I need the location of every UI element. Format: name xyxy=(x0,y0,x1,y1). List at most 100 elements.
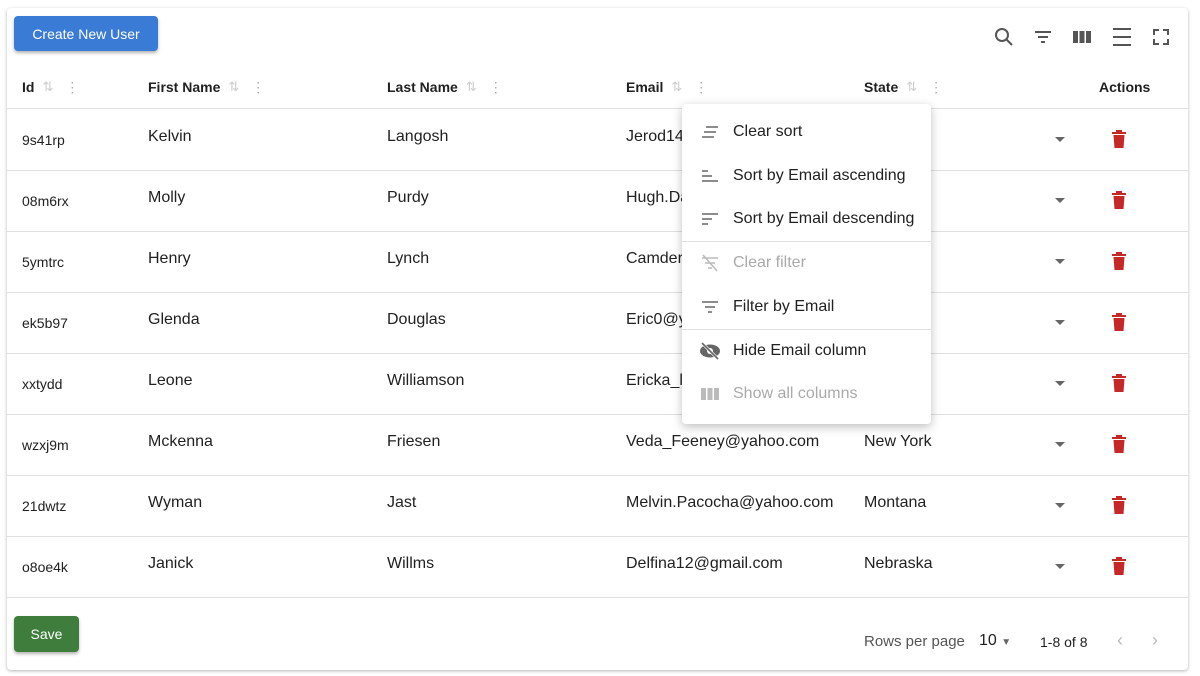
menu-item-clear-sort[interactable]: Clear sort xyxy=(682,110,931,154)
sort-icon[interactable]: ⇅ xyxy=(466,79,477,95)
email-cell[interactable]: Ericka_l xyxy=(626,372,683,390)
rows-per-page-value: 10 xyxy=(979,632,997,649)
last-name-cell[interactable]: Lynch xyxy=(387,250,429,268)
first-name-cell[interactable]: Wyman xyxy=(148,494,202,512)
last-name-cell[interactable]: Langosh xyxy=(387,128,448,146)
column-title: Last Name xyxy=(387,79,458,95)
sort-descending-icon xyxy=(699,212,721,226)
fullscreen-icon[interactable] xyxy=(1149,25,1173,49)
menu-item-label: Clear filter xyxy=(733,254,806,271)
density-icon[interactable] xyxy=(1110,25,1134,49)
menu-item-sort-descending[interactable]: Sort by Email descending xyxy=(682,197,931,241)
email-cell[interactable]: Veda_Feeney@yahoo.com xyxy=(626,433,819,451)
state-dropdown-arrow-icon[interactable] xyxy=(1055,503,1065,508)
row-divider xyxy=(7,536,1188,537)
delete-icon[interactable] xyxy=(1112,496,1126,514)
row-divider xyxy=(7,414,1188,415)
filter-icon[interactable] xyxy=(1031,25,1055,49)
column-menu-icon[interactable]: ⋮ xyxy=(65,79,79,96)
delete-icon[interactable] xyxy=(1112,130,1126,148)
first-name-cell[interactable]: Molly xyxy=(148,189,185,207)
column-title: Email xyxy=(626,79,664,95)
email-cell[interactable]: Jerod14 xyxy=(626,128,684,146)
chevron-down-icon: ▼ xyxy=(1001,637,1012,648)
first-name-cell[interactable]: Henry xyxy=(148,250,191,268)
search-icon[interactable] xyxy=(992,25,1016,49)
state-dropdown-arrow-icon[interactable] xyxy=(1055,564,1065,569)
column-header-first-name[interactable]: First Name ⇅ ⋮ xyxy=(148,66,265,108)
first-name-cell[interactable]: Kelvin xyxy=(148,128,192,146)
state-dropdown-arrow-icon[interactable] xyxy=(1055,320,1065,325)
sort-icon[interactable]: ⇅ xyxy=(228,79,239,95)
column-menu-icon[interactable]: ⋮ xyxy=(251,79,265,96)
state-dropdown-arrow-icon[interactable] xyxy=(1055,137,1065,142)
column-header-state[interactable]: State ⇅ ⋮ xyxy=(864,66,943,108)
menu-item-clear-filter: Clear filter xyxy=(682,241,931,285)
filter-icon xyxy=(699,300,721,314)
state-dropdown-arrow-icon[interactable] xyxy=(1055,259,1065,264)
row-divider xyxy=(7,292,1188,293)
menu-item-filter-by-email[interactable]: Filter by Email xyxy=(682,285,931,329)
last-name-cell[interactable]: Willms xyxy=(387,555,434,573)
row-divider xyxy=(7,170,1188,171)
column-title: First Name xyxy=(148,79,221,95)
column-header-id[interactable]: Id ⇅ ⋮ xyxy=(22,66,79,108)
id-cell[interactable]: 21dwtz xyxy=(22,498,66,514)
delete-icon[interactable] xyxy=(1112,374,1126,392)
column-title: Id xyxy=(22,79,35,95)
id-cell[interactable]: o8oe4k xyxy=(22,559,68,575)
sort-icon[interactable]: ⇅ xyxy=(906,79,917,95)
first-name-cell[interactable]: Leone xyxy=(148,372,193,390)
pagination-range: 1-8 of 8 xyxy=(1040,634,1088,650)
previous-page-button[interactable]: ‹ xyxy=(1117,630,1123,651)
save-button[interactable]: Save xyxy=(14,616,79,652)
next-page-button[interactable]: › xyxy=(1152,630,1158,651)
column-header-last-name[interactable]: Last Name ⇅ ⋮ xyxy=(387,66,503,108)
delete-icon[interactable] xyxy=(1112,191,1126,209)
delete-icon[interactable] xyxy=(1112,313,1126,331)
last-name-cell[interactable]: Jast xyxy=(387,494,416,512)
state-cell[interactable]: Nebraska xyxy=(864,555,932,573)
email-cell[interactable]: Eric0@y xyxy=(626,311,687,329)
id-cell[interactable]: ek5b97 xyxy=(22,315,68,331)
menu-item-label: Sort by Email ascending xyxy=(733,167,906,184)
email-cell[interactable]: Melvin.Pacocha@yahoo.com xyxy=(626,494,833,512)
delete-icon[interactable] xyxy=(1112,435,1126,453)
view-column-icon[interactable] xyxy=(1070,25,1094,49)
id-cell[interactable]: 9s41rp xyxy=(22,132,65,148)
delete-icon[interactable] xyxy=(1112,557,1126,575)
menu-item-hide-email-column[interactable]: Hide Email column xyxy=(682,329,931,373)
state-dropdown-arrow-icon[interactable] xyxy=(1055,442,1065,447)
column-menu-icon[interactable]: ⋮ xyxy=(694,79,708,96)
state-cell[interactable]: New York xyxy=(864,433,932,451)
first-name-cell[interactable]: Glenda xyxy=(148,311,200,329)
column-menu-icon[interactable]: ⋮ xyxy=(929,79,943,96)
email-cell[interactable]: Camder xyxy=(626,250,683,268)
column-menu-icon[interactable]: ⋮ xyxy=(489,79,503,96)
id-cell[interactable]: wzxj9m xyxy=(22,437,69,453)
menu-item-sort-ascending[interactable]: Sort by Email ascending xyxy=(682,154,931,198)
last-name-cell[interactable]: Friesen xyxy=(387,433,440,451)
email-cell[interactable]: Hugh.Da xyxy=(626,189,689,207)
menu-item-label: Sort by Email descending xyxy=(733,210,915,227)
last-name-cell[interactable]: Williamson xyxy=(387,372,464,390)
sort-icon[interactable]: ⇅ xyxy=(671,79,682,95)
id-cell[interactable]: 5ymtrc xyxy=(22,254,64,270)
id-cell[interactable]: 08m6rx xyxy=(22,193,69,209)
state-cell[interactable]: Montana xyxy=(864,494,926,512)
rows-per-page-select[interactable]: 10 ▼ xyxy=(979,632,1011,650)
sort-icon[interactable]: ⇅ xyxy=(42,79,53,95)
id-cell[interactable]: xxtydd xyxy=(22,376,62,392)
row-divider xyxy=(7,597,1188,598)
column-header-email[interactable]: Email ⇅ ⋮ xyxy=(626,66,708,108)
last-name-cell[interactable]: Purdy xyxy=(387,189,429,207)
first-name-cell[interactable]: Janick xyxy=(148,555,193,573)
first-name-cell[interactable]: Mckenna xyxy=(148,433,213,451)
last-name-cell[interactable]: Douglas xyxy=(387,311,446,329)
delete-icon[interactable] xyxy=(1112,252,1126,270)
email-cell[interactable]: Delfina12@gmail.com xyxy=(626,555,783,573)
state-dropdown-arrow-icon[interactable] xyxy=(1055,198,1065,203)
create-new-user-button[interactable]: Create New User xyxy=(14,16,158,51)
state-dropdown-arrow-icon[interactable] xyxy=(1055,381,1065,386)
rows-per-page-label: Rows per page xyxy=(864,633,965,650)
